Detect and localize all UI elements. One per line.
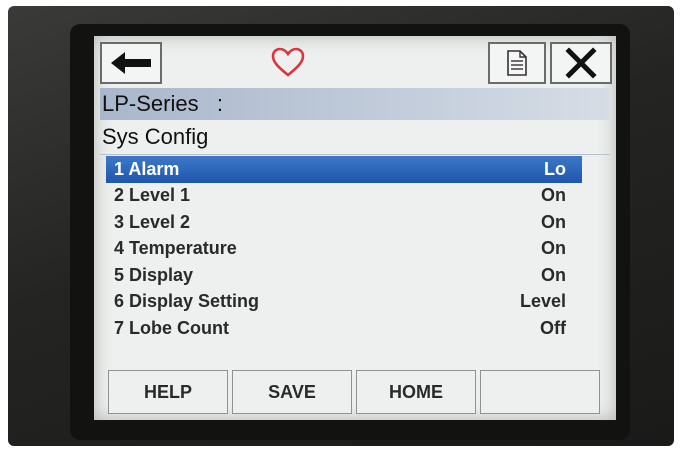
document-icon	[507, 50, 527, 76]
menu-item-value: On	[541, 185, 566, 206]
close-button[interactable]	[550, 42, 612, 84]
menu-item-display-setting[interactable]: 6 Display Setting Level	[106, 289, 582, 316]
menu-item-value: On	[541, 211, 566, 232]
blank-softkey-button[interactable]	[480, 370, 600, 414]
close-icon	[565, 47, 597, 79]
menu-item-value: Lo	[544, 158, 566, 179]
menu-item-temperature[interactable]: 4 Temperature On	[106, 236, 582, 263]
page-title: Sys Config	[102, 124, 209, 149]
menu-item-label: 7 Lobe Count	[114, 317, 229, 338]
save-button[interactable]: SAVE	[232, 370, 352, 414]
help-button[interactable]: HELP	[108, 370, 228, 414]
menu-item-label: 5 Display	[114, 264, 194, 285]
header-divider	[100, 154, 610, 155]
arrow-left-icon	[111, 52, 151, 74]
menu-item-label: 2 Level 1	[114, 185, 191, 206]
menu-item-level-1[interactable]: 2 Level 1 On	[106, 183, 582, 210]
top-toolbar	[94, 36, 616, 86]
menu-item-label: 1 Alarm	[114, 158, 180, 179]
device-title-bar: LP-Series :	[100, 88, 610, 120]
menu-item-label: 4 Temperature	[114, 238, 237, 259]
device-title: LP-Series :	[102, 91, 224, 116]
home-button[interactable]: HOME	[356, 370, 476, 414]
menu-item-label: 6 Display Setting	[114, 291, 260, 312]
menu-item-label: 3 Level 2	[114, 211, 191, 232]
lcd-screen: LP-Series : Sys Config 1 Alarm Lo 2 Leve…	[94, 36, 616, 420]
heart-icon	[271, 47, 305, 77]
menu-item-lobe-count[interactable]: 7 Lobe Count Off	[106, 315, 582, 342]
menu-item-value: Level	[519, 291, 566, 312]
menu-item-value: Off	[540, 317, 566, 338]
menu-item-display[interactable]: 5 Display On	[106, 262, 582, 289]
document-button[interactable]	[488, 42, 546, 84]
menu-item-level-2[interactable]: 3 Level 2 On	[106, 209, 582, 236]
menu-item-value: On	[541, 264, 566, 285]
menu-list: 1 Alarm Lo 2 Level 1 On 3 Level 2 On 4 T…	[106, 156, 582, 342]
softkey-bar: HELP SAVE HOME	[108, 370, 602, 416]
back-button[interactable]	[100, 42, 162, 84]
menu-item-alarm[interactable]: 1 Alarm Lo	[106, 156, 582, 183]
menu-item-value: On	[541, 238, 566, 259]
